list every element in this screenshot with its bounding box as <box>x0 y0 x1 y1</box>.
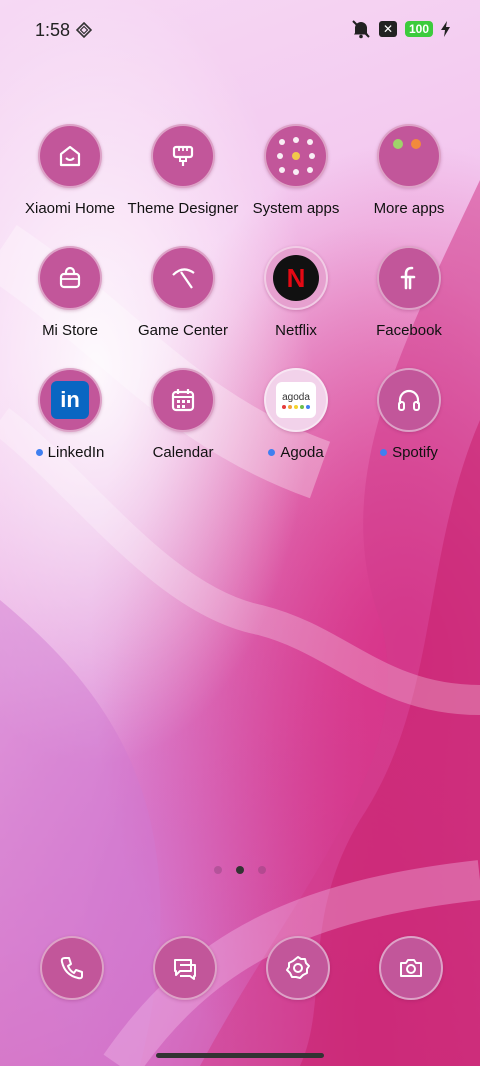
folder-more-apps[interactable]: More apps <box>349 124 469 217</box>
netflix-logo: N <box>264 246 328 310</box>
app-calendar[interactable]: Calendar <box>123 368 243 461</box>
app-label: LinkedIn <box>47 444 105 461</box>
page-dot-1[interactable] <box>214 866 222 874</box>
app-game-center[interactable]: Game Center <box>123 246 243 339</box>
app-spotify[interactable]: Spotify <box>349 368 469 461</box>
shopping-bag-icon <box>38 246 102 310</box>
app-label: Calendar <box>152 444 214 461</box>
app-facebook[interactable]: Facebook <box>349 246 469 339</box>
folder-system-apps[interactable]: System apps <box>236 124 356 217</box>
battery-indicator: 100 <box>404 21 433 37</box>
page-indicator[interactable] <box>0 866 480 874</box>
calendar-icon <box>151 368 215 432</box>
dock-phone[interactable] <box>40 936 104 1000</box>
house-icon <box>38 124 102 188</box>
app-label: System apps <box>252 200 340 217</box>
app-mi-store[interactable]: Mi Store <box>10 246 130 339</box>
messages-icon <box>153 936 217 1000</box>
agoda-wordmark: agoda <box>282 391 310 403</box>
game-icon <box>151 246 215 310</box>
app-label: Xiaomi Home <box>24 200 116 217</box>
app-xiaomi-home[interactable]: Xiaomi Home <box>10 124 130 217</box>
new-app-dot <box>268 449 276 456</box>
folder-icon <box>264 124 328 188</box>
mute-icon <box>352 20 370 39</box>
agoda-logo: agoda <box>264 368 328 432</box>
page-dot-2[interactable] <box>236 866 244 874</box>
app-linkedin[interactable]: in LinkedIn <box>10 368 130 461</box>
headphones-icon <box>377 368 441 432</box>
settings-icon <box>266 936 330 1000</box>
facebook-icon <box>377 246 441 310</box>
dock-settings[interactable] <box>266 936 330 1000</box>
dock-camera[interactable] <box>379 936 443 1000</box>
app-label: Netflix <box>275 322 317 339</box>
app-label: Game Center <box>137 322 229 339</box>
gem-icon <box>76 22 92 38</box>
netflix-letter: N <box>286 262 306 293</box>
app-label: Agoda <box>280 444 324 461</box>
app-label: More apps <box>373 200 445 217</box>
phone-icon <box>40 936 104 1000</box>
camera-icon <box>379 936 443 1000</box>
status-time: 1:58 <box>35 20 71 40</box>
app-label: Theme Designer <box>127 200 239 217</box>
linkedin-logo: in <box>38 368 102 432</box>
app-theme-designer[interactable]: Theme Designer <box>123 124 243 217</box>
app-agoda[interactable]: agoda Agoda <box>236 368 356 461</box>
brush-icon <box>151 124 215 188</box>
dock-messages[interactable] <box>153 936 217 1000</box>
app-label: Facebook <box>376 322 442 339</box>
new-app-dot <box>35 449 43 456</box>
folder-icon <box>377 124 441 188</box>
linkedin-letters: in <box>60 387 80 412</box>
app-netflix[interactable]: N Netflix <box>236 246 356 339</box>
app-label: Spotify <box>392 444 438 461</box>
charging-bolt-icon <box>441 21 450 37</box>
app-label: Mi Store <box>42 322 98 339</box>
notification-box-icon: ✕ <box>378 21 397 37</box>
status-bar: 1:58 ✕ 100 <box>0 0 480 62</box>
home-gesture-bar[interactable] <box>156 1053 324 1058</box>
new-app-dot <box>380 449 388 456</box>
page-dot-3[interactable] <box>258 866 266 874</box>
